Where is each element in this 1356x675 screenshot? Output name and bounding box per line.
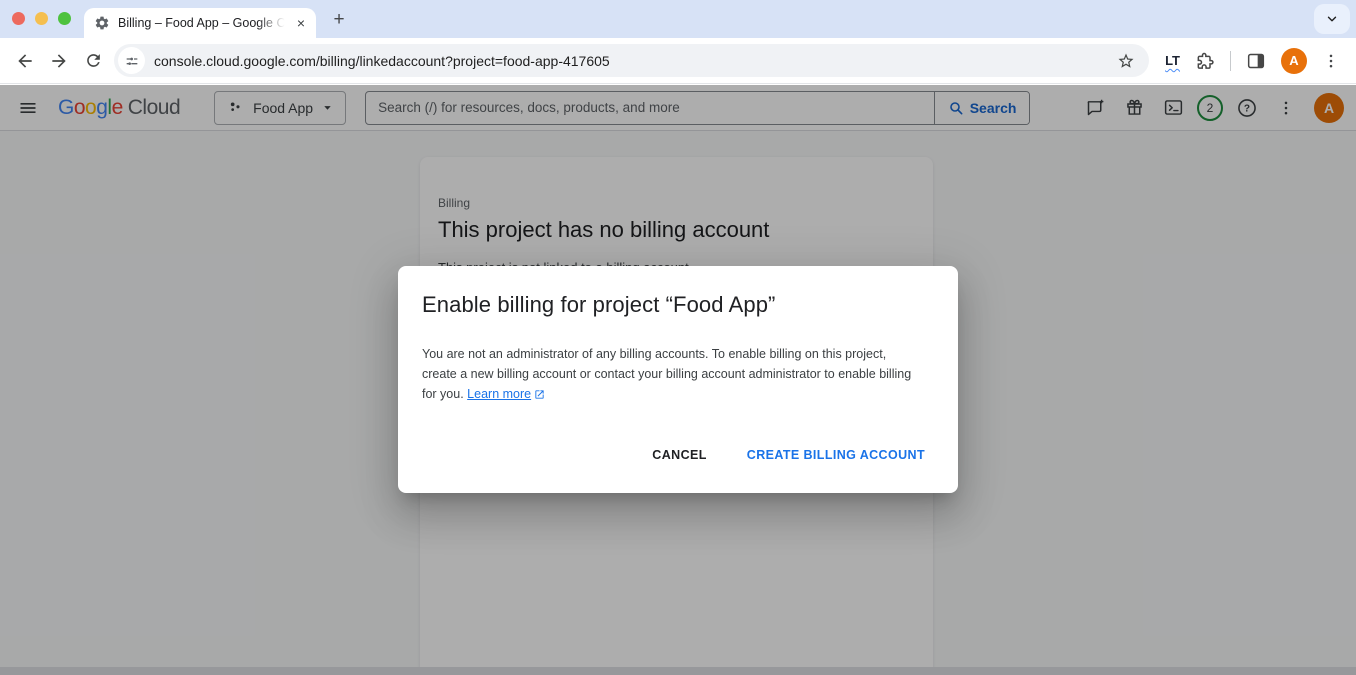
learn-more-link[interactable]: Learn more (467, 387, 531, 401)
side-panel-button[interactable] (1246, 51, 1266, 71)
back-button[interactable] (8, 44, 42, 78)
url-text[interactable]: console.cloud.google.com/billing/linkeda… (154, 53, 610, 69)
new-tab-button[interactable]: + (326, 7, 352, 33)
languagetool-extension-button[interactable]: LT (1165, 53, 1180, 68)
chevron-down-icon (1325, 12, 1339, 26)
three-dot-menu-icon (1322, 52, 1340, 70)
window-controls (12, 12, 71, 25)
cancel-button[interactable]: CANCEL (643, 439, 715, 471)
back-arrow-icon (15, 51, 35, 71)
side-panel-icon (1246, 51, 1266, 71)
star-icon (1117, 52, 1135, 70)
enable-billing-dialog: Enable billing for project “Food App” Yo… (398, 266, 958, 493)
bookmark-button[interactable] (1113, 48, 1139, 74)
dialog-actions: CANCEL CREATE BILLING ACCOUNT (422, 439, 934, 473)
tab-favicon-gcp-icon (94, 15, 110, 31)
browser-tab-active[interactable]: Billing – Food App – Google C × (84, 8, 316, 38)
browser-tab-strip: Billing – Food App – Google C × + (0, 0, 1356, 38)
dialog-title: Enable billing for project “Food App” (422, 292, 934, 318)
browser-profile-avatar[interactable]: A (1281, 48, 1307, 74)
close-tab-icon[interactable]: × (292, 14, 310, 32)
create-billing-account-button[interactable]: CREATE BILLING ACCOUNT (738, 439, 934, 471)
site-settings-button[interactable] (118, 47, 145, 74)
external-link-icon (534, 389, 545, 400)
extensions-button[interactable] (1195, 51, 1215, 71)
address-bar[interactable]: console.cloud.google.com/billing/linkeda… (114, 44, 1149, 77)
forward-button[interactable] (42, 44, 76, 78)
browser-toolbar: console.cloud.google.com/billing/linkeda… (0, 38, 1356, 84)
toolbar-divider (1230, 51, 1231, 71)
toolbar-extensions-area: LT A (1155, 48, 1348, 74)
browser-menu-button[interactable] (1322, 52, 1340, 70)
reload-button[interactable] (76, 44, 110, 78)
site-settings-tune-icon (124, 53, 140, 69)
close-window-button[interactable] (12, 12, 25, 25)
tab-search-button[interactable] (1314, 4, 1350, 34)
minimize-window-button[interactable] (35, 12, 48, 25)
tab-title: Billing – Food App – Google C (118, 16, 288, 30)
extensions-puzzle-icon (1195, 51, 1215, 71)
forward-arrow-icon (49, 51, 69, 71)
reload-icon (84, 51, 103, 70)
dialog-body: You are not an administrator of any bill… (422, 344, 914, 404)
fullscreen-window-button[interactable] (58, 12, 71, 25)
